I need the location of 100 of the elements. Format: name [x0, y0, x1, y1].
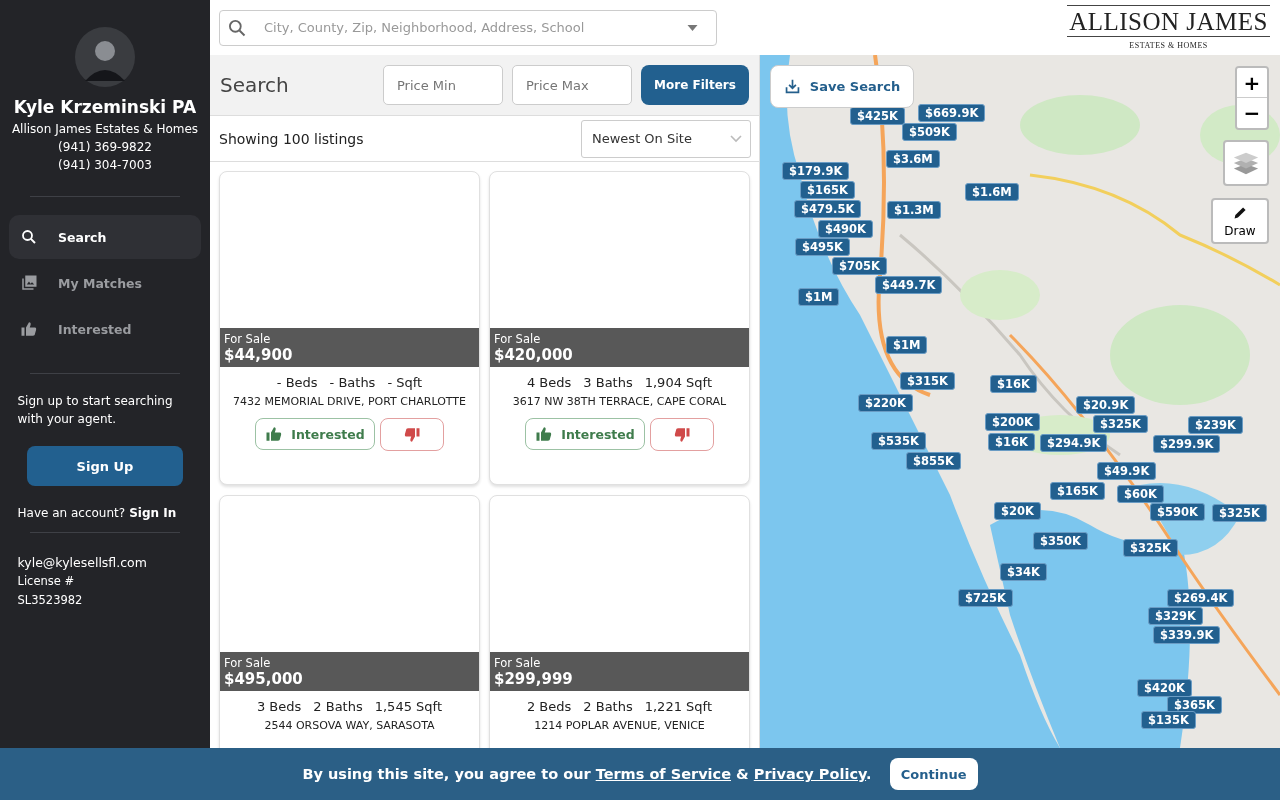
beds-count: 3 Beds	[256, 699, 302, 714]
price-pin[interactable]: $16K	[990, 375, 1037, 393]
price-pin[interactable]: $669.9K	[918, 104, 986, 122]
more-filters-button[interactable]: More Filters	[641, 65, 749, 105]
price-pin[interactable]: $325K	[1093, 415, 1148, 433]
dropdown-caret-icon	[687, 24, 698, 31]
price-pin[interactable]: $1M	[886, 336, 928, 354]
save-search-button[interactable]: Save Search	[770, 65, 914, 108]
price-pin[interactable]: $329K	[1148, 607, 1203, 625]
price-pin[interactable]: $325K	[1212, 504, 1267, 522]
listing-status: For Sale	[224, 656, 272, 670]
account-prompt: Have an account?	[17, 506, 126, 520]
price-pin[interactable]: $165K	[1050, 482, 1105, 500]
layers-button[interactable]	[1223, 140, 1269, 186]
square-footage: 1,221 Sqft	[644, 699, 713, 714]
zoom-in-button[interactable]: +	[1237, 68, 1267, 98]
price-max-field[interactable]: Price Max	[512, 65, 632, 105]
beds-count: - Beds	[276, 375, 318, 390]
search-heading: Search	[220, 73, 290, 97]
thumbs-up-icon	[535, 425, 554, 443]
price-pin[interactable]: $705K	[832, 257, 887, 275]
price-pin[interactable]: $495K	[795, 238, 850, 256]
search-icon	[227, 17, 247, 38]
listing-card[interactable]: For Sale $495,000 3 Beds 2 Baths 1,545 Sqft 2544 ORSOVA WAY, SARASOTA	[219, 495, 480, 748]
company-logo[interactable]: ALLISON JAMES ESTATES & HOMES	[1067, 5, 1270, 50]
listing-card[interactable]: For Sale $44,900 - Beds - Baths - Sqft 7432 MEMORIAL DRIVE, PORT CHARLOTTE Interested	[219, 171, 480, 485]
price-pin[interactable]: $269.4K	[1167, 589, 1235, 607]
thumbs-up-icon	[20, 320, 38, 338]
search-field[interactable]: City, County, Zip, Neighborhood, Address, School	[219, 9, 717, 46]
company-name: Allison James Estates & Homes	[11, 121, 199, 138]
price-pin[interactable]: $165K	[800, 181, 855, 199]
price-pin[interactable]: $135K	[1141, 711, 1196, 729]
price-pin[interactable]: $725K	[958, 589, 1013, 607]
price-pin[interactable]: $179.9K	[782, 162, 850, 180]
price-pin[interactable]: $239K	[1188, 416, 1243, 434]
license-number: SL3523982	[17, 592, 84, 609]
price-pin[interactable]: $3.6M	[886, 150, 940, 168]
price-pin[interactable]: $1M	[798, 288, 840, 306]
price-pin[interactable]: $299.9K	[1153, 435, 1221, 453]
price-pin[interactable]: $535K	[871, 432, 926, 450]
price-pin[interactable]: $1.6M	[965, 183, 1019, 201]
price-pin[interactable]: $49.9K	[1097, 462, 1157, 480]
square-footage: 1,545 Sqft	[374, 699, 443, 714]
cookie-notice: By using this site, you agree to our Terms of Service & Privacy Policy.	[302, 766, 872, 782]
listing-price: $495,000	[224, 670, 304, 688]
price-pin[interactable]: $200K	[985, 413, 1040, 431]
price-pin[interactable]: $479.5K	[794, 200, 862, 218]
phone-number[interactable]: (941) 369-9822	[58, 138, 152, 156]
download-icon	[783, 78, 801, 95]
zoom-out-button[interactable]: −	[1237, 98, 1267, 128]
beds-count: 2 Beds	[526, 699, 572, 714]
sign-up-button[interactable]: Sign Up	[27, 446, 183, 486]
price-pin[interactable]: $365K	[1167, 696, 1222, 714]
nav-item[interactable]: Interested	[9, 307, 201, 351]
price-pin[interactable]: $20K	[994, 502, 1041, 520]
price-pin[interactable]: $590K	[1150, 503, 1205, 521]
price-pin[interactable]: $855K	[906, 452, 961, 470]
price-pin[interactable]: $420K	[1137, 679, 1192, 697]
price-pin[interactable]: $449.7K	[875, 276, 943, 294]
draw-button[interactable]: Draw	[1211, 198, 1269, 244]
nav-item[interactable]: My Matches	[9, 261, 201, 305]
price-pin[interactable]: $34K	[1000, 563, 1047, 581]
sort-dropdown[interactable]: Newest On Site	[581, 119, 751, 158]
listing-address: 7432 MEMORIAL DRIVE, PORT CHARLOTTE	[233, 395, 466, 408]
price-pin[interactable]: $220K	[858, 394, 913, 412]
price-pin[interactable]: $350K	[1033, 532, 1088, 550]
phone-number[interactable]: (941) 304-7003	[58, 156, 152, 174]
price-pin[interactable]: $509K	[902, 123, 957, 141]
email-address[interactable]: kyle@kylesellsfl.com	[17, 553, 193, 572]
square-footage: 1,904 Sqft	[644, 375, 713, 390]
listing-price: $299,999	[494, 670, 574, 688]
listing-address: 3617 NW 38TH TERRACE, CAPE CORAL	[512, 395, 727, 408]
privacy-link[interactable]: Privacy Policy	[753, 766, 867, 782]
listing-card[interactable]: For Sale $420,000 4 Beds 3 Baths 1,904 Sqft 3617 NW 38TH TERRACE, CAPE CORAL Interested	[489, 171, 750, 485]
price-pin[interactable]: $60K	[1117, 485, 1164, 503]
beds-count: 4 Beds	[526, 375, 572, 390]
not-interested-button[interactable]	[650, 418, 714, 451]
price-pin[interactable]: $315K	[900, 372, 955, 390]
baths-count: 3 Baths	[583, 375, 633, 390]
price-pin[interactable]: $294.9K	[1040, 434, 1108, 452]
baths-count: 2 Baths	[313, 699, 363, 714]
price-pin[interactable]: $490K	[818, 220, 873, 238]
price-pin[interactable]: $325K	[1123, 539, 1178, 557]
price-pin[interactable]: $20.9K	[1076, 396, 1136, 414]
price-pin[interactable]: $339.9K	[1153, 626, 1221, 644]
baths-count: 2 Baths	[583, 699, 633, 714]
interested-button[interactable]: Interested	[255, 418, 375, 450]
chevron-down-icon	[730, 134, 742, 143]
listing-card[interactable]: For Sale $299,999 2 Beds 2 Baths 1,221 Sqft 1214 POPLAR AVENUE, VENICE	[489, 495, 750, 748]
price-pin[interactable]: $1.3M	[887, 201, 941, 219]
not-interested-button[interactable]	[380, 418, 444, 451]
thumbs-up-icon	[265, 425, 284, 443]
price-pin[interactable]: $16K	[988, 433, 1035, 451]
listing-status: For Sale	[224, 332, 272, 346]
continue-button[interactable]: Continue	[889, 758, 978, 790]
nav-item[interactable]: Search	[9, 215, 201, 259]
price-min-field[interactable]: Price Min	[383, 65, 503, 105]
terms-link[interactable]: Terms of Service	[595, 766, 731, 782]
sign-in-link[interactable]: Sign In	[129, 506, 177, 520]
interested-button[interactable]: Interested	[525, 418, 645, 450]
